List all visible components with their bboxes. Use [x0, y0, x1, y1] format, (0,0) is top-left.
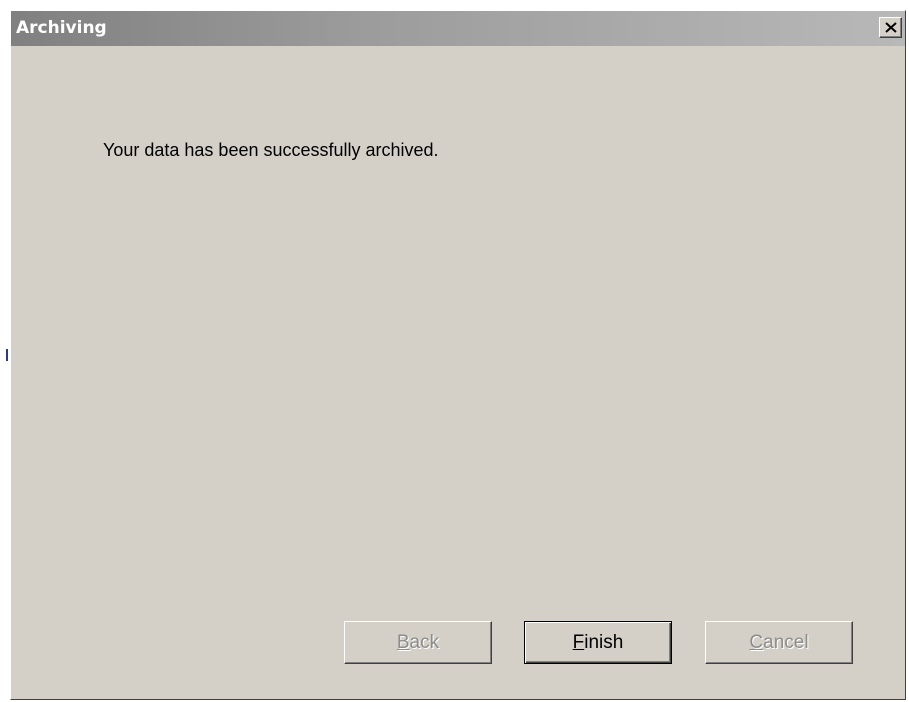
left-edge-marker	[6, 349, 8, 361]
close-icon	[884, 22, 897, 33]
archiving-dialog: Archiving Your data has been successfull…	[10, 10, 906, 700]
finish-button-label: Finish	[572, 631, 624, 653]
title-bar[interactable]: Archiving	[11, 11, 905, 46]
finish-button[interactable]: Finish	[524, 621, 672, 664]
cancel-button[interactable]: Cancel	[705, 621, 853, 664]
back-button-label: Back	[396, 631, 440, 653]
success-message: Your data has been successfully archived…	[103, 140, 439, 160]
back-button[interactable]: Back	[344, 621, 492, 664]
cancel-button-label: Cancel	[749, 631, 809, 653]
close-button[interactable]	[879, 17, 902, 38]
dialog-title: Archiving	[16, 18, 107, 38]
